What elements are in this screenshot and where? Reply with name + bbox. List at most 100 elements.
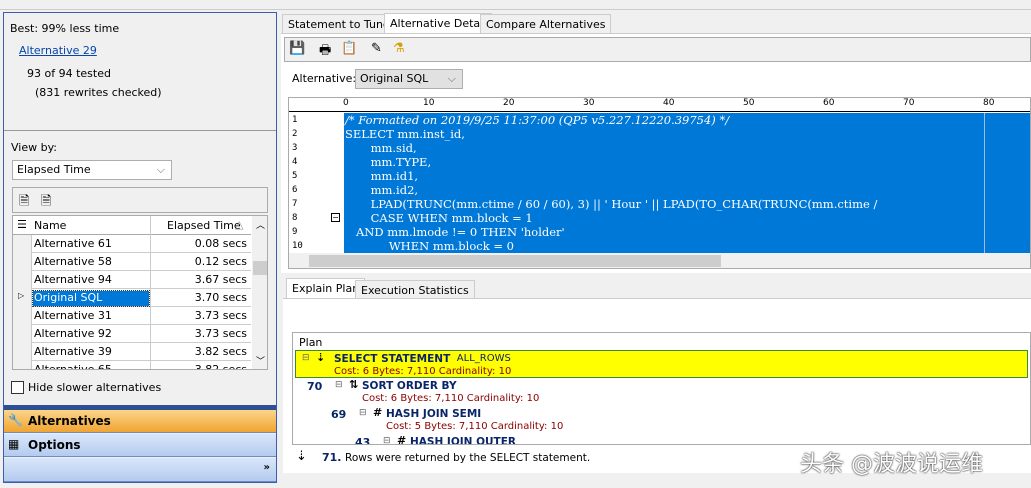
line-number: 6 <box>292 185 298 195</box>
tab-explain-plan[interactable]: Explain Plan <box>286 278 366 298</box>
table-row[interactable]: Alternative 65 3.82 secs <box>13 361 251 370</box>
nav-options-label: Options <box>28 438 81 452</box>
row-time: 0.12 secs <box>194 255 247 268</box>
table-row[interactable]: Alternative 31 3.73 secs <box>13 307 251 325</box>
plan-operation: SELECT STATEMENT <box>334 353 451 365</box>
plan-node[interactable]: 69 ⊟ # HASH JOIN SEMI Cost: 5 Bytes: 7,1… <box>293 406 1028 434</box>
tab-statement-to-tune[interactable]: Statement to Tune <box>282 14 396 33</box>
print-icon[interactable]: 🖶 <box>319 41 331 63</box>
nav-alternatives[interactable]: 🔧 Alternatives <box>4 410 276 433</box>
collapse-icon[interactable]: − <box>331 213 340 222</box>
ruler-tick: 30 <box>583 98 595 108</box>
plan-optimizer: ALL_ROWS <box>456 353 511 364</box>
view-by-select[interactable]: Elapsed Time ⌵ <box>12 160 172 180</box>
plan-node[interactable]: ⊟ ⇣ SELECT STATEMENT ALL_ROWS Cost: 6 By… <box>295 350 1028 378</box>
export-icon[interactable]: 🗎 <box>19 192 29 214</box>
table-row[interactable]: ▷ Original SQL 3.70 secs <box>13 289 251 307</box>
collapse-icon[interactable]: ⊟ <box>383 436 391 444</box>
table-row[interactable]: Alternative 92 3.73 secs <box>13 325 251 343</box>
row-indicator: ▷ <box>13 289 32 307</box>
row-time: 0.08 secs <box>194 237 247 250</box>
row-time: 3.82 secs <box>194 363 247 370</box>
save-icon[interactable]: 💾 <box>289 41 305 56</box>
sql-tools-icon: 🔧 <box>8 413 23 427</box>
detail-toolbar: 💾 🖶 📋 ✎ ⚗ <box>284 37 1031 62</box>
current-row-icon: ▷ <box>18 291 25 300</box>
code-line: mm.sid, <box>345 141 417 155</box>
collapse-icon[interactable]: ⊟ <box>302 353 310 363</box>
table-row[interactable]: Alternative 94 3.67 secs <box>13 271 251 289</box>
table-row[interactable]: Alternative 39 3.82 secs <box>13 343 251 361</box>
collapse-icon[interactable]: ⊟ <box>359 408 367 418</box>
table-row[interactable]: Alternative 61 0.08 secs <box>13 235 251 253</box>
operation-icon: ⇅ <box>349 378 359 391</box>
row-name: Alternative 61 <box>34 237 112 250</box>
line-number: 5 <box>292 171 298 181</box>
test-icon[interactable]: ⚗ <box>393 41 405 56</box>
line-number: 10 <box>292 241 303 251</box>
ruler-tick: 0 <box>343 98 349 108</box>
horizontal-scrollbar[interactable] <box>289 253 1030 268</box>
tested-count: 93 of 94 tested <box>27 67 111 80</box>
row-indicator <box>13 343 32 361</box>
line-number: 4 <box>292 157 298 167</box>
nav-options[interactable]: ▦ Options <box>4 434 276 457</box>
tab-compare-alternatives[interactable]: Compare Alternatives <box>480 14 612 33</box>
scroll-down-icon[interactable]: ﹀ <box>256 354 265 367</box>
row-name: Alternative 92 <box>34 327 112 340</box>
table-row[interactable]: Alternative 58 0.12 secs <box>13 253 251 271</box>
ruler-tick: 10 <box>423 98 435 108</box>
copy-icon[interactable]: 📋 <box>341 41 357 56</box>
row-indicator <box>13 271 32 289</box>
line-number: 2 <box>292 129 298 139</box>
operation-icon: # <box>397 434 407 445</box>
scroll-thumb[interactable] <box>253 261 267 275</box>
tab-execution-statistics[interactable]: Execution Statistics <box>355 280 475 299</box>
row-time: 3.82 secs <box>194 345 247 358</box>
scroll-thumb[interactable] <box>309 255 721 267</box>
plan-header: Plan <box>299 336 323 349</box>
row-indicator <box>13 253 32 271</box>
row-name: Alternative 65 <box>34 363 112 370</box>
column-chooser-icon[interactable]: ☰ <box>17 218 27 231</box>
grid-scrollbar[interactable]: ︿ ﹀ <box>252 216 267 369</box>
edit-icon[interactable]: ✎ <box>371 41 382 56</box>
row-indicator <box>13 361 32 369</box>
code-line: mm.TYPE, <box>345 155 432 169</box>
divider <box>4 130 276 131</box>
export-all-icon[interactable]: 🗎 <box>41 192 51 214</box>
main-toolbar <box>0 0 1031 10</box>
plan-cost: Cost: 5 Bytes: 7,110 Cardinality: 10 <box>386 421 564 432</box>
code-line: SELECT mm.inst_id, <box>345 127 465 141</box>
sql-editor[interactable]: 0 10 20 30 40 50 60 70 80 1 /* Formatted on 2019/… <box>288 97 1031 269</box>
select-statement-icon: ⇣ <box>296 449 307 464</box>
column-elapsed-time[interactable]: Elapsed Time <box>167 219 241 232</box>
tab-alternative-detail[interactable]: Alternative Detail <box>384 13 493 33</box>
hide-slower-checkbox[interactable] <box>11 381 24 394</box>
plan-node[interactable]: 43 ⊟ # HASH JOIN OUTER <box>293 434 1028 445</box>
plan-node-id: 70 <box>307 380 323 393</box>
row-time: 3.67 secs <box>194 273 247 286</box>
alternative-select[interactable]: Original SQL ⌵ <box>355 69 463 89</box>
hide-slower-label: Hide slower alternatives <box>28 381 162 394</box>
row-indicator <box>13 235 32 253</box>
plan-operation: HASH JOIN SEMI <box>386 408 482 420</box>
row-name: Alternative 31 <box>34 309 112 322</box>
column-name[interactable]: Name <box>34 219 66 232</box>
line-number: 9 <box>292 227 298 237</box>
alternatives-panel: Best: 99% less time Alternative 29 93 of… <box>3 12 277 483</box>
rewrites-count: (831 rewrites checked) <box>35 86 162 99</box>
scroll-up-icon[interactable]: ︿ <box>256 218 265 231</box>
grid-header: ☰ Name Elapsed Time △ <box>13 216 251 235</box>
collapse-icon[interactable]: ⊟ <box>335 380 343 390</box>
ruler: 0 10 20 30 40 50 60 70 80 <box>289 98 1030 112</box>
status-bar: 71. Rows were returned by the SELECT sta… <box>322 451 590 464</box>
line-number: 7 <box>292 199 298 209</box>
plan-node[interactable]: 70 ⊟ ⇅ SORT ORDER BY Cost: 6 Bytes: 7,11… <box>293 378 1028 406</box>
ruler-tick: 50 <box>743 98 755 108</box>
best-alternative-link[interactable]: Alternative 29 <box>19 44 97 57</box>
row-name: Original SQL <box>32 290 150 307</box>
options-icon: ▦ <box>8 437 20 451</box>
ruler-tick: 80 <box>983 98 995 108</box>
chevron-double-right-icon[interactable]: » <box>264 462 270 473</box>
